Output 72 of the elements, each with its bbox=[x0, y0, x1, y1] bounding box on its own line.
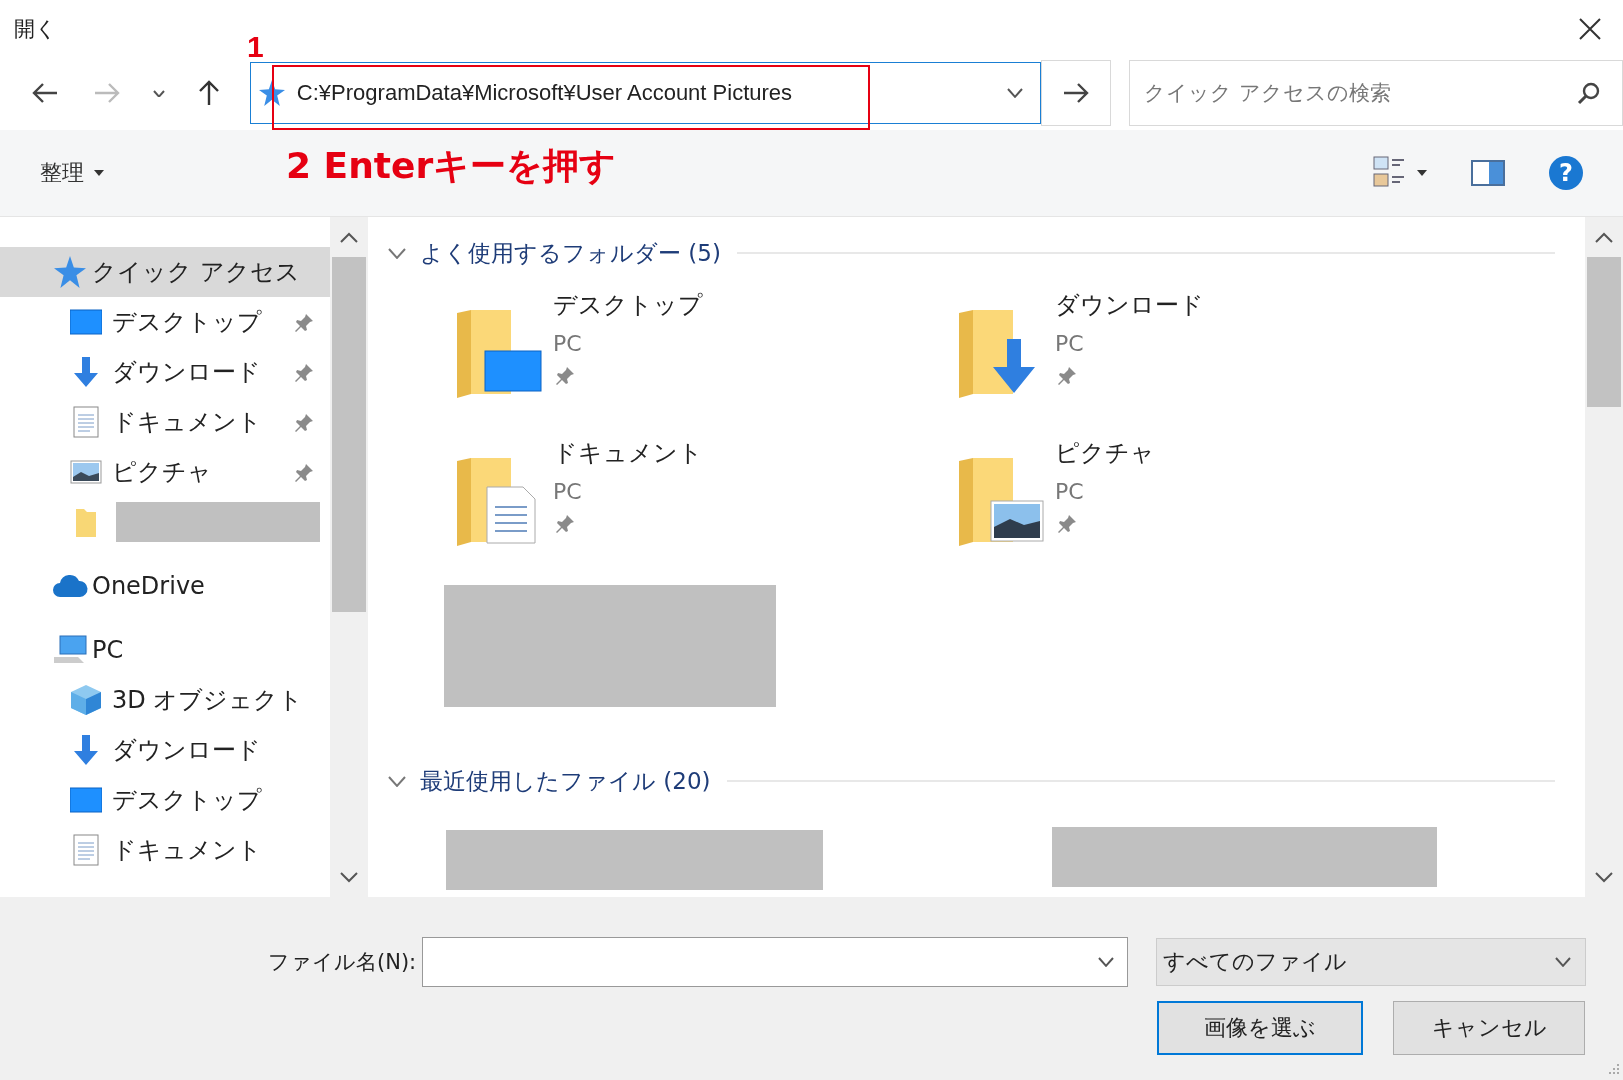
preview-pane-icon[interactable] bbox=[1471, 160, 1505, 186]
chevron-down-icon[interactable] bbox=[388, 775, 406, 787]
folder-pictures-icon bbox=[957, 457, 1045, 547]
folder-name[interactable]: ダウンロード bbox=[1055, 289, 1204, 321]
scrollbar[interactable] bbox=[1585, 217, 1623, 897]
sidebar-item[interactable]: 3D オブジェクト bbox=[0, 675, 330, 725]
group-header[interactable]: 最近使用したファイル (20) bbox=[388, 765, 711, 797]
sidebar-item[interactable]: ダウンロード bbox=[0, 725, 330, 775]
sidebar-item[interactable]: ピクチャ bbox=[0, 447, 330, 497]
caret-icon[interactable] bbox=[1417, 170, 1427, 176]
search-icon[interactable] bbox=[1577, 81, 1601, 105]
chevron-down-icon[interactable] bbox=[388, 247, 406, 259]
computer-icon bbox=[52, 635, 88, 665]
dialog-button[interactable]: キャンセル bbox=[1393, 1001, 1585, 1055]
star-icon bbox=[54, 256, 86, 288]
picture-icon bbox=[70, 460, 102, 484]
sidebar-item[interactable]: ドキュメント bbox=[0, 397, 330, 447]
folder-location: PC bbox=[1055, 331, 1084, 356]
file-type-dropdown[interactable]: すべてのファイル bbox=[1156, 938, 1586, 986]
sidebar-item[interactable]: OneDrive bbox=[0, 561, 330, 611]
star-icon bbox=[258, 80, 285, 106]
window-title: 開く bbox=[14, 16, 57, 43]
folder-name[interactable]: ピクチャ bbox=[1055, 437, 1155, 469]
scroll-up-icon[interactable] bbox=[340, 231, 358, 243]
caret-icon[interactable] bbox=[94, 170, 104, 176]
sidebar-item[interactable]: PC bbox=[0, 625, 330, 675]
scrollbar[interactable] bbox=[330, 217, 368, 897]
download-arrow-icon bbox=[72, 357, 100, 387]
folder-icon bbox=[75, 506, 97, 538]
document-icon bbox=[73, 834, 99, 866]
desktop-icon bbox=[70, 309, 102, 335]
search-field[interactable]: クイック アクセスの検索 bbox=[1129, 60, 1623, 126]
sidebar-item[interactable]: ドキュメント bbox=[0, 825, 330, 875]
folder-location: PC bbox=[1055, 479, 1084, 504]
cloud-icon bbox=[52, 574, 88, 598]
document-icon bbox=[73, 406, 99, 438]
folder-desktop-icon bbox=[455, 309, 543, 399]
scroll-down-icon[interactable] bbox=[340, 871, 358, 883]
download-arrow-icon bbox=[72, 735, 100, 765]
folder-location: PC bbox=[553, 331, 582, 356]
chevron-down-icon[interactable] bbox=[1098, 957, 1114, 967]
sidebar-item[interactable]: ダウンロード bbox=[0, 347, 330, 397]
scroll-up-icon[interactable] bbox=[1595, 231, 1613, 243]
sidebar-item[interactable]: デスクトップ bbox=[0, 297, 330, 347]
group-header[interactable]: よく使用するフォルダー (5) bbox=[388, 237, 721, 269]
help-button[interactable]: ? bbox=[1549, 156, 1583, 190]
instruction-text: 2 Enterキーを押す bbox=[286, 144, 617, 188]
chevron-down-icon[interactable] bbox=[1006, 88, 1023, 98]
chevron-down-icon[interactable] bbox=[152, 89, 165, 97]
chevron-down-icon[interactable] bbox=[1555, 957, 1571, 967]
view-icon[interactable] bbox=[1373, 156, 1405, 190]
cube-icon bbox=[70, 684, 102, 716]
address-text: C:¥ProgramData¥Microsoft¥User Account Pictures bbox=[296, 80, 794, 106]
file-name-field[interactable] bbox=[422, 937, 1128, 987]
scrollbar-thumb[interactable] bbox=[1587, 257, 1621, 407]
scroll-down-icon[interactable] bbox=[1595, 871, 1613, 883]
forward-arrow-icon[interactable] bbox=[1062, 82, 1089, 104]
go-button[interactable] bbox=[1040, 60, 1111, 126]
up-arrow-icon[interactable] bbox=[198, 80, 220, 106]
dialog-button[interactable]: 画像を選ぶ bbox=[1157, 1001, 1363, 1055]
sidebar-item[interactable]: クイック アクセス bbox=[0, 247, 330, 297]
folder-name[interactable]: ドキュメント bbox=[553, 437, 703, 469]
folder-location: PC bbox=[553, 479, 582, 504]
back-arrow-icon[interactable] bbox=[31, 82, 58, 104]
file-name-label: ファイル名(N): bbox=[268, 949, 418, 976]
sidebar-item[interactable]: デスクトップ bbox=[0, 775, 330, 825]
folder-name[interactable]: デスクトップ bbox=[553, 289, 703, 321]
step-number: 1 bbox=[247, 30, 264, 64]
desktop-icon bbox=[70, 787, 102, 813]
organize-button[interactable]: 整理 bbox=[38, 152, 106, 194]
scrollbar-thumb[interactable] bbox=[332, 257, 366, 612]
address-bar[interactable]: C:¥ProgramData¥Microsoft¥User Account Pictures bbox=[249, 62, 1041, 124]
